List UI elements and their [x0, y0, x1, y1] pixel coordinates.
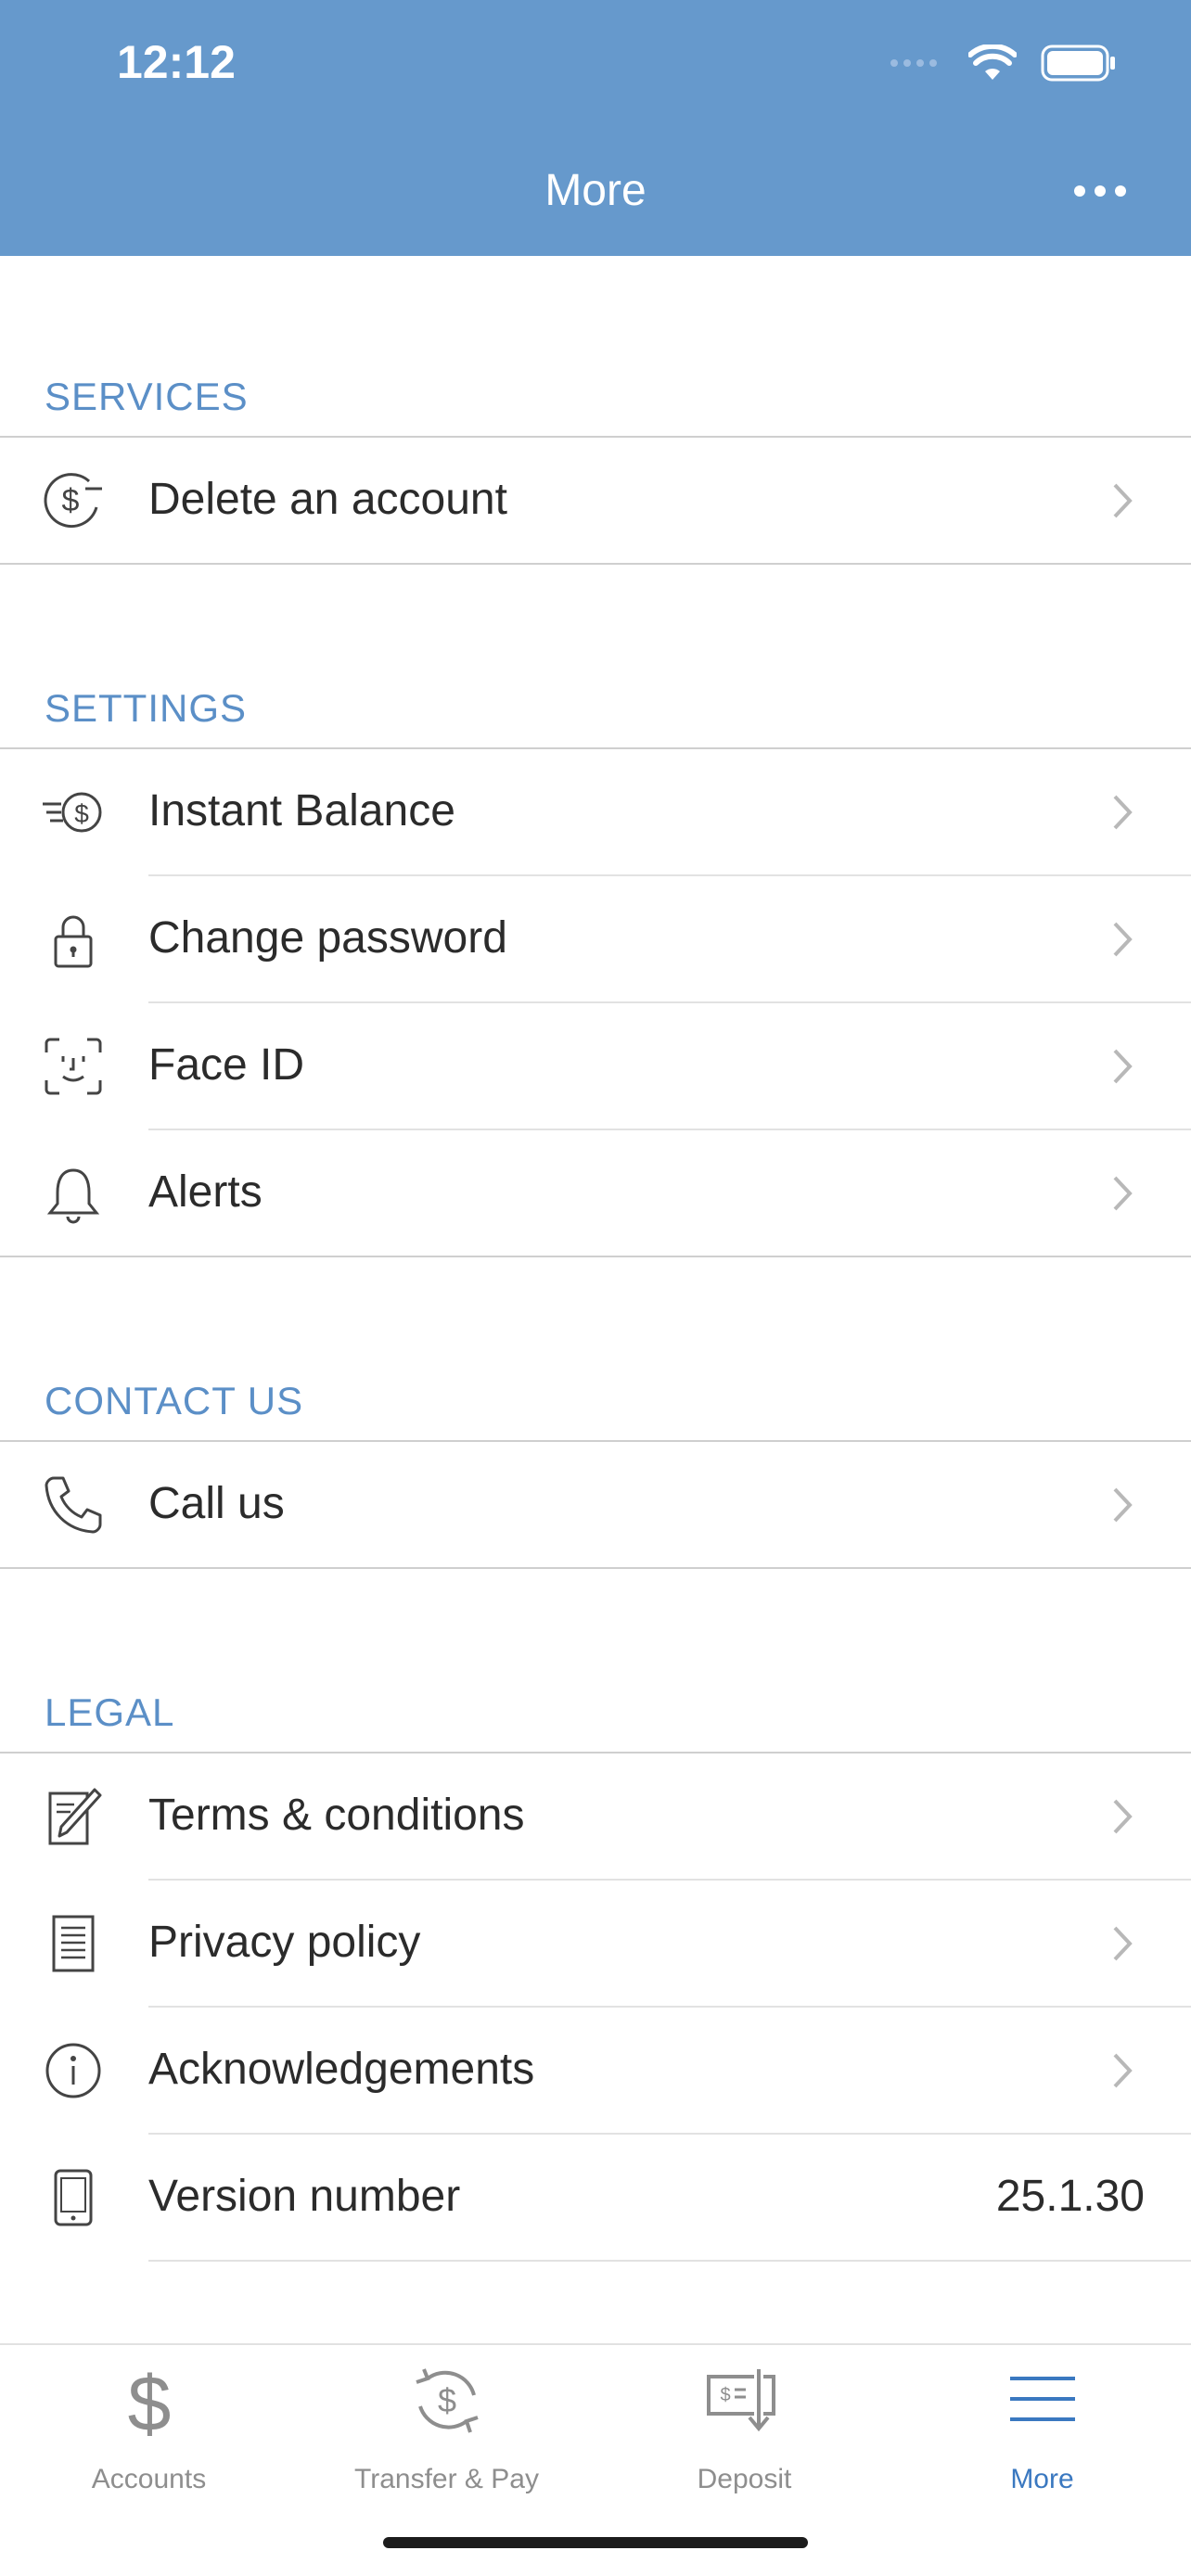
- row-change-password[interactable]: Change password: [0, 875, 1191, 1002]
- wifi-icon: [968, 45, 1017, 80]
- svg-text:$: $: [74, 799, 89, 828]
- row-label: Version number: [148, 2172, 461, 2221]
- divider: [0, 563, 1191, 565]
- battery-icon: [1041, 45, 1115, 82]
- section-header-settings: SETTINGS: [45, 686, 248, 730]
- status-icons: [889, 45, 1117, 82]
- section-header-legal: LEGAL: [45, 1690, 175, 1734]
- document-icon: [52, 1915, 95, 1972]
- row-label: Terms & conditions: [148, 1791, 525, 1840]
- row-label: Alerts: [148, 1167, 263, 1217]
- chevron-right-icon: [1113, 1799, 1133, 1834]
- tab-transfer-pay[interactable]: $ Transfer & Pay: [298, 2345, 596, 2494]
- tab-label: Accounts: [91, 2464, 207, 2494]
- row-instant-balance[interactable]: $ Instant Balance: [0, 748, 1191, 875]
- version-value: 25.1.30: [995, 2172, 1145, 2221]
- dollar-minus-icon: $: [44, 473, 102, 529]
- chevron-right-icon: [1113, 1487, 1133, 1523]
- row-delete-account[interactable]: $ Delete an account: [0, 437, 1191, 564]
- svg-text:$: $: [437, 2381, 455, 2419]
- tab-accounts[interactable]: $ Accounts: [0, 2345, 298, 2494]
- section-header-services: SERVICES: [45, 375, 249, 418]
- chevron-right-icon: [1113, 922, 1133, 957]
- phone-device-icon: [54, 2169, 93, 2226]
- lock-icon: [54, 915, 93, 968]
- divider: [148, 2260, 1191, 2262]
- tab-label: More: [1010, 2464, 1074, 2494]
- chevron-right-icon: [1113, 483, 1133, 518]
- menu-icon: [1009, 2377, 1075, 2421]
- signal-icon: [890, 59, 937, 67]
- chevron-right-icon: [1113, 2053, 1133, 2088]
- more-options-icon[interactable]: [1070, 172, 1130, 210]
- check-deposit-icon: $: [706, 2367, 775, 2432]
- chevron-right-icon: [1113, 1049, 1133, 1084]
- row-label: Delete an account: [148, 475, 507, 524]
- svg-text:$: $: [127, 2364, 171, 2438]
- bell-icon: [46, 1168, 100, 1224]
- chevron-right-icon: [1113, 795, 1133, 830]
- tab-label: Deposit: [697, 2464, 792, 2494]
- row-version: Version number 25.1.30: [0, 2134, 1191, 2261]
- chevron-right-icon: [1113, 1926, 1133, 1961]
- chevron-right-icon: [1113, 1176, 1133, 1211]
- tab-more[interactable]: More: [893, 2345, 1191, 2494]
- divider: [0, 1256, 1191, 1257]
- phone-icon: [45, 1476, 102, 1534]
- tab-deposit[interactable]: $ Deposit: [596, 2345, 893, 2494]
- status-time: 12:12: [117, 36, 236, 88]
- row-label: Call us: [148, 1479, 285, 1528]
- section-header-contact: CONTACT US: [45, 1379, 304, 1422]
- info-icon: [45, 2043, 101, 2098]
- row-terms[interactable]: Terms & conditions: [0, 1753, 1191, 1880]
- svg-text:$: $: [62, 483, 80, 518]
- row-label: Change password: [148, 913, 507, 963]
- row-face-id[interactable]: Face ID: [0, 1002, 1191, 1129]
- row-label: Instant Balance: [148, 786, 455, 835]
- row-label: Face ID: [148, 1040, 305, 1090]
- instant-balance-icon: $: [43, 792, 102, 833]
- row-label: Acknowledgements: [148, 2045, 535, 2094]
- svg-text:$: $: [720, 2385, 730, 2405]
- face-id-icon: [45, 1038, 102, 1095]
- row-call-us[interactable]: Call us: [0, 1441, 1191, 1568]
- transfer-icon: $: [415, 2368, 479, 2433]
- row-acknowledgements[interactable]: Acknowledgements: [0, 2007, 1191, 2134]
- page-title: More: [544, 166, 647, 215]
- row-privacy[interactable]: Privacy policy: [0, 1880, 1191, 2007]
- row-label: Privacy policy: [148, 1918, 421, 1967]
- dollar-icon: $: [127, 2364, 171, 2438]
- document-edit-icon: [48, 1788, 102, 1845]
- tab-label: Transfer & Pay: [354, 2464, 539, 2494]
- row-alerts[interactable]: Alerts: [0, 1129, 1191, 1256]
- header-bar: 12:12 More: [0, 0, 1191, 256]
- divider: [0, 1567, 1191, 1569]
- home-indicator: [383, 2537, 808, 2548]
